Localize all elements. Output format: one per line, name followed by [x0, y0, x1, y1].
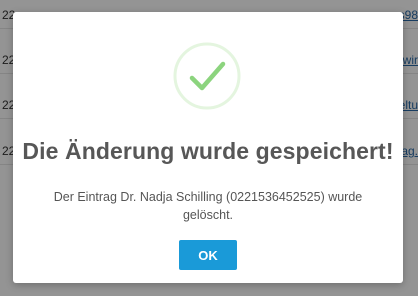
- checkmark-icon: [173, 42, 241, 110]
- ok-button[interactable]: OK: [179, 240, 237, 270]
- success-dialog: Die Änderung wurde gespeichert! Der Eint…: [13, 12, 403, 283]
- dialog-message: Der Eintrag Dr. Nadja Schilling (0221536…: [53, 190, 363, 222]
- dialog-title: Die Änderung wurde gespeichert!: [22, 138, 394, 164]
- page: 22 ss98 22 wir 22 eltu 22 ag. Die Änderu…: [0, 0, 418, 296]
